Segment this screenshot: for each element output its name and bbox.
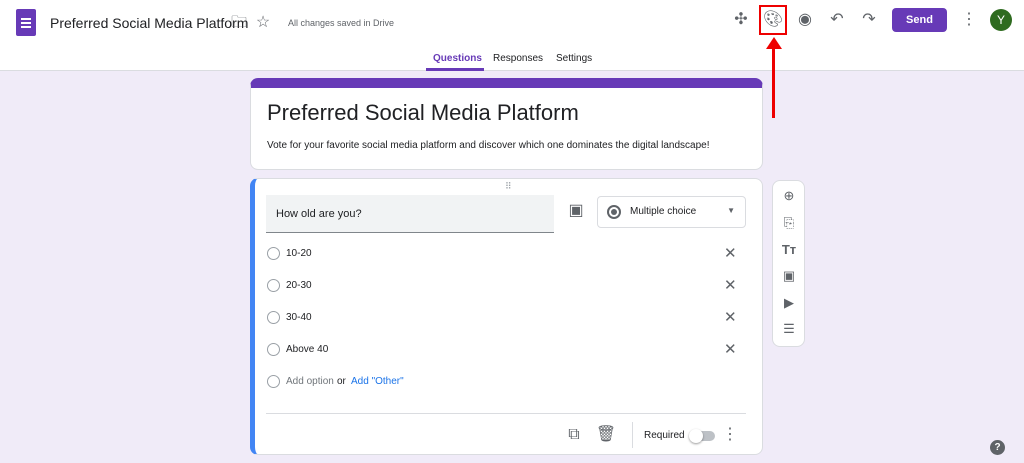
tab-settings[interactable]: Settings [556, 53, 592, 64]
form-header-card[interactable]: Preferred Social Media Platform Vote for… [250, 78, 763, 170]
form-title[interactable]: Preferred Social Media Platform [267, 100, 579, 126]
top-header: Preferred Social Media Platform 🗀 ☆ All … [0, 0, 1024, 71]
form-description[interactable]: Vote for your favorite social media plat… [267, 140, 709, 151]
redo-icon[interactable]: ↷ [858, 9, 880, 31]
add-question-icon[interactable]: ⊕ [778, 188, 800, 204]
question-card[interactable]: ⠿ How old are you? ▣ Multiple choice ▼ 1… [250, 178, 763, 455]
add-other-link[interactable]: Add "Other" [351, 376, 404, 387]
addon-puzzle-icon[interactable]: ✣ [730, 9, 752, 31]
radio-type-icon [607, 205, 621, 219]
avatar[interactable]: Y [990, 9, 1012, 31]
send-button[interactable]: Send [892, 8, 947, 32]
more-vert-icon[interactable]: ⋮ [958, 9, 980, 31]
help-icon[interactable]: ? [990, 440, 1005, 455]
star-icon[interactable]: ☆ [252, 12, 274, 34]
question-type-select[interactable]: Multiple choice ▼ [597, 196, 746, 228]
required-label: Required [644, 430, 685, 441]
save-status: All changes saved in Drive [288, 18, 395, 28]
highlight-box [759, 5, 787, 35]
option-4[interactable]: Above 40 [286, 344, 328, 355]
annotation-arrow [772, 40, 775, 118]
divider [266, 413, 746, 414]
add-option[interactable]: Add option [286, 376, 334, 387]
add-section-icon[interactable]: ☰ [778, 321, 800, 337]
undo-icon[interactable]: ↶ [826, 9, 848, 31]
option-radio [267, 311, 280, 324]
active-tab-indicator [426, 68, 484, 71]
more-vert-icon[interactable]: ⋮ [719, 424, 741, 446]
remove-option-icon[interactable]: ✕ [724, 340, 737, 358]
question-type-label: Multiple choice [630, 206, 697, 217]
add-title-icon[interactable]: Tт [778, 242, 800, 257]
option-radio [267, 375, 280, 388]
annotation-arrowhead [766, 37, 782, 49]
drag-handle-icon[interactable]: ⠿ [505, 181, 512, 192]
divider [632, 422, 633, 448]
document-title[interactable]: Preferred Social Media Platform [50, 15, 248, 31]
remove-option-icon[interactable]: ✕ [724, 308, 737, 326]
option-radio [267, 343, 280, 356]
import-questions-icon[interactable]: ⎘ [778, 215, 800, 231]
option-2[interactable]: 20-30 [286, 280, 312, 291]
add-image-icon[interactable]: ▣ [778, 268, 800, 284]
remove-option-icon[interactable]: ✕ [724, 276, 737, 294]
option-1[interactable]: 10-20 [286, 248, 312, 259]
remove-option-icon[interactable]: ✕ [724, 244, 737, 262]
required-toggle[interactable] [689, 429, 715, 443]
add-video-icon[interactable]: ▶ [778, 295, 800, 311]
delete-icon[interactable]: 🗑︎ [595, 424, 617, 446]
image-icon[interactable]: ▣ [565, 200, 587, 222]
folder-icon[interactable]: 🗀 [228, 12, 250, 34]
chevron-down-icon: ▼ [727, 206, 735, 215]
tab-questions[interactable]: Questions [433, 53, 482, 64]
question-input[interactable]: How old are you? [266, 195, 554, 233]
option-radio [267, 247, 280, 260]
preview-eye-icon[interactable]: ◉ [794, 9, 816, 31]
or-text: or [337, 376, 346, 387]
duplicate-icon[interactable]: ⧉ [563, 424, 585, 446]
tab-responses[interactable]: Responses [493, 53, 543, 64]
forms-logo-icon[interactable] [16, 9, 36, 36]
option-radio [267, 279, 280, 292]
option-3[interactable]: 30-40 [286, 312, 312, 323]
floating-toolbar: ⊕ ⎘ Tт ▣ ▶ ☰ [772, 180, 805, 347]
